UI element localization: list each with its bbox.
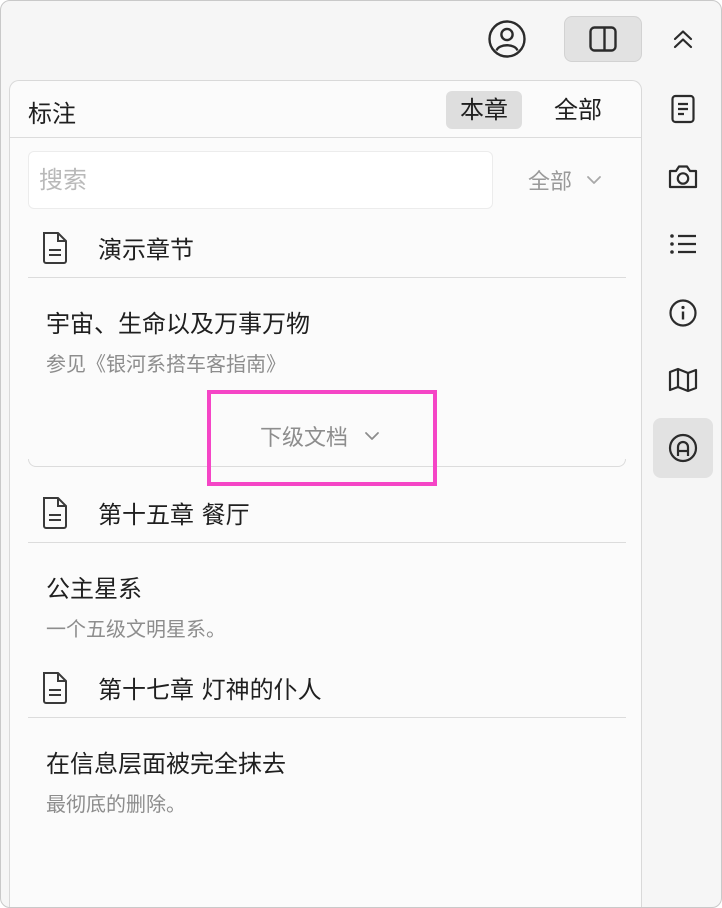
note-description: 参见《银河系搭车客指南》 [46, 352, 286, 376]
panel-title: 标注 [28, 100, 76, 128]
chapter-title: 第十五章 餐厅 [98, 501, 250, 529]
sidebar-right-icon [589, 26, 617, 52]
info-icon [668, 298, 698, 328]
document-icon [40, 230, 70, 266]
chapter-row[interactable]: 演示章节 [28, 218, 626, 278]
chevron-down-icon [586, 175, 602, 185]
list-icon [668, 232, 698, 256]
note-title[interactable]: 在信息层面被完全抹去 [46, 744, 286, 779]
rail-annotation-button[interactable] [653, 418, 713, 478]
segment-this-chapter[interactable]: 本章 [446, 91, 522, 129]
chapter-title: 第十七章 灯神的仆人 [98, 676, 322, 704]
rail-camera-button[interactable] [653, 147, 713, 207]
note-title[interactable]: 宇宙、生命以及万事万物 [46, 304, 310, 339]
note-title[interactable]: 公主星系 [46, 569, 142, 604]
rail-info-button[interactable] [653, 283, 713, 343]
search-input[interactable] [28, 151, 493, 209]
account-button[interactable] [485, 17, 529, 61]
document-icon [40, 670, 70, 706]
annotation-icon [667, 432, 699, 464]
chevron-up-double-icon [672, 28, 694, 50]
collapse-button[interactable] [663, 19, 703, 59]
segment-all[interactable]: 全部 [540, 91, 616, 129]
app-window: 标注 本章 全部 全部 演示章节 宇宙、生命以及万事万物 参 [0, 0, 722, 908]
rail-map-button[interactable] [653, 350, 713, 410]
note-description: 最彻底的删除。 [46, 792, 186, 816]
filter-select-label: 全部 [528, 170, 573, 195]
sidebar-toggle-button[interactable] [564, 16, 642, 62]
map-icon [667, 366, 699, 394]
document-icon [670, 94, 696, 124]
chapter-title: 演示章节 [98, 236, 194, 264]
document-icon [40, 495, 70, 531]
chapter-row[interactable]: 第十五章 餐厅 [28, 483, 626, 543]
highlight-box [207, 390, 437, 486]
rail-document-button[interactable] [653, 79, 713, 139]
chapter-row[interactable]: 第十七章 灯神的仆人 [28, 658, 626, 718]
top-toolbar [1, 1, 721, 77]
person-circle-icon [487, 19, 527, 59]
annotations-panel: 标注 本章 全部 全部 演示章节 宇宙、生命以及万事万物 参 [9, 80, 642, 907]
panel-header: 标注 本章 全部 [10, 81, 641, 138]
rail-list-button[interactable] [653, 214, 713, 274]
camera-icon [667, 163, 699, 191]
note-description: 一个五级文明星系。 [46, 617, 226, 641]
filter-select[interactable]: 全部 [528, 165, 602, 195]
